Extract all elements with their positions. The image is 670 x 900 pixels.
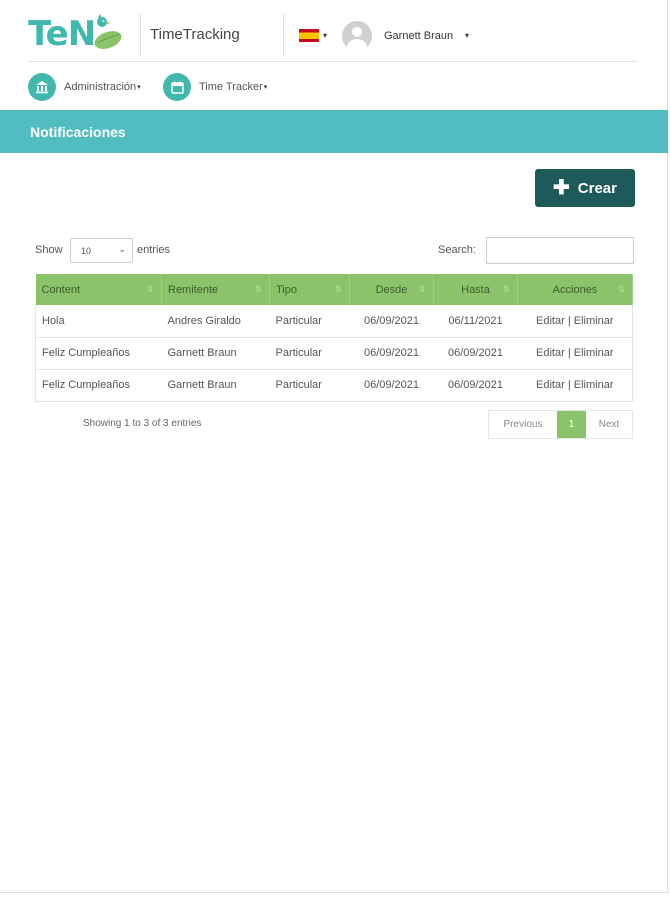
column-header-label: Acciones <box>552 283 598 296</box>
cell-remitente: Garnett Braun <box>161 337 270 370</box>
sort-icon: ⇅ <box>502 284 510 294</box>
cell-content: Feliz Cumpleaños <box>35 337 162 370</box>
spain-flag-icon[interactable] <box>299 29 319 42</box>
cell-acciones: Editar | Eliminar <box>517 337 633 370</box>
column-header-label: Tipo <box>276 283 297 296</box>
nav-time-tracker[interactable]: Time Tracker ▾ <box>163 73 267 101</box>
sort-icon: ⇅ <box>254 284 262 294</box>
page-size-select[interactable]: 10 ⌄ <box>70 238 133 263</box>
column-header-label: Content <box>41 283 81 296</box>
app-frame: TeN TimeTracking ▾ Garnett Braun ▾ Admin… <box>0 0 668 893</box>
column-header-tipo[interactable]: Tipo ⇅ <box>269 274 350 305</box>
bank-icon <box>28 73 56 101</box>
cell-tipo: Particular <box>269 305 350 338</box>
cell-desde: 06/09/2021 <box>349 369 434 402</box>
header-rule <box>28 61 638 62</box>
column-header-desde[interactable]: Desde ⇅ <box>349 274 434 305</box>
column-header-hasta[interactable]: Hasta ⇅ <box>433 274 518 305</box>
user-menu-caret-icon[interactable]: ▾ <box>465 31 469 40</box>
table-row: Hola Andres Giraldo Particular 06/09/202… <box>35 305 633 338</box>
plus-icon: ✚ <box>553 177 570 199</box>
user-avatar[interactable] <box>342 21 372 51</box>
cell-hasta: 06/11/2021 <box>433 305 518 338</box>
cell-remitente: Garnett Braun <box>161 369 270 402</box>
create-button[interactable]: ✚ Crear <box>535 169 635 207</box>
header-divider <box>140 14 141 56</box>
leaf-bird-icon <box>94 14 122 49</box>
calendar-icon <box>163 73 191 101</box>
delete-link[interactable]: Eliminar <box>574 347 614 359</box>
search-input[interactable] <box>486 237 634 264</box>
page-size-value: 10 <box>81 245 92 256</box>
cell-desde: 06/09/2021 <box>349 337 434 370</box>
previous-button[interactable]: Previous <box>489 411 557 438</box>
edit-link[interactable]: Editar <box>536 347 565 359</box>
table-info: Showing 1 to 3 of 3 entries <box>83 418 202 429</box>
column-header-acciones[interactable]: Acciones ⇅ <box>517 274 633 305</box>
chevron-down-icon: ▾ <box>137 84 141 91</box>
chevron-down-icon: ▾ <box>263 84 268 91</box>
page-banner: Notificaciones <box>0 110 668 153</box>
table-row: Feliz Cumpleaños Garnett Braun Particula… <box>35 369 633 402</box>
cell-desde: 06/09/2021 <box>349 305 434 338</box>
column-header-label: Hasta <box>461 283 490 296</box>
sort-icon: ⇅ <box>146 284 154 294</box>
column-header-label: Remitente <box>168 283 219 296</box>
user-menu-name[interactable]: Garnett Braun <box>384 30 453 42</box>
cell-content: Hola <box>35 305 162 338</box>
chevron-down-icon: ⌄ <box>118 244 126 254</box>
action-separator: | <box>567 379 571 391</box>
nav-administracion[interactable]: Administración ▾ <box>28 73 141 101</box>
avatar-head <box>352 27 362 37</box>
search-label: Search: <box>438 244 476 256</box>
brand-logo[interactable]: TeN <box>28 12 130 58</box>
column-header-remitente[interactable]: Remitente ⇅ <box>161 274 270 305</box>
logo-text: TeN <box>28 14 96 54</box>
cell-tipo: Particular <box>269 369 350 402</box>
action-separator: | <box>567 314 571 327</box>
delete-link[interactable]: Eliminar <box>574 379 614 391</box>
cell-acciones: Editar | Eliminar <box>517 369 633 402</box>
pagination: Previous 1 Next <box>488 410 633 439</box>
header-divider <box>283 14 284 56</box>
cell-acciones: Editar | Eliminar <box>517 305 633 338</box>
language-caret-icon[interactable]: ▾ <box>323 31 327 40</box>
entries-label: entries <box>137 244 171 256</box>
avatar-body <box>347 39 367 51</box>
page-button-1[interactable]: 1 <box>557 411 586 438</box>
column-header-label: Desde <box>375 283 408 296</box>
cell-content: Feliz Cumpleaños <box>35 369 162 402</box>
delete-link[interactable]: Eliminar <box>574 315 614 327</box>
sort-icon: ⇅ <box>418 284 426 294</box>
show-label: Show <box>35 244 63 256</box>
cell-hasta: 06/09/2021 <box>433 369 518 402</box>
nav-administracion-label: Administración <box>64 81 137 93</box>
cell-hasta: 06/09/2021 <box>433 337 518 370</box>
table-row: Feliz Cumpleaños Garnett Braun Particula… <box>35 337 633 370</box>
sort-icon: ⇅ <box>334 284 342 294</box>
next-button[interactable]: Next <box>586 411 632 438</box>
table-header-row: Content ⇅ Remitente ⇅ Tipo ⇅ Desde ⇅ Hasta ⇅ … <box>35 274 633 305</box>
app-title: TimeTracking <box>150 26 240 43</box>
nav-time-tracker-label: Time Tracker <box>199 81 263 93</box>
page-title: Notificaciones <box>30 124 126 140</box>
column-header-content[interactable]: Content ⇅ <box>35 274 162 305</box>
cell-tipo: Particular <box>269 337 350 370</box>
cell-remitente: Andres Giraldo <box>161 305 270 338</box>
sort-icon: ⇅ <box>617 284 625 294</box>
edit-link[interactable]: Editar <box>536 315 565 327</box>
create-button-label: Crear <box>577 179 617 197</box>
action-separator: | <box>567 347 571 359</box>
notifications-table: Content ⇅ Remitente ⇅ Tipo ⇅ Desde ⇅ Hasta ⇅ … <box>35 274 633 402</box>
edit-link[interactable]: Editar <box>536 379 565 391</box>
